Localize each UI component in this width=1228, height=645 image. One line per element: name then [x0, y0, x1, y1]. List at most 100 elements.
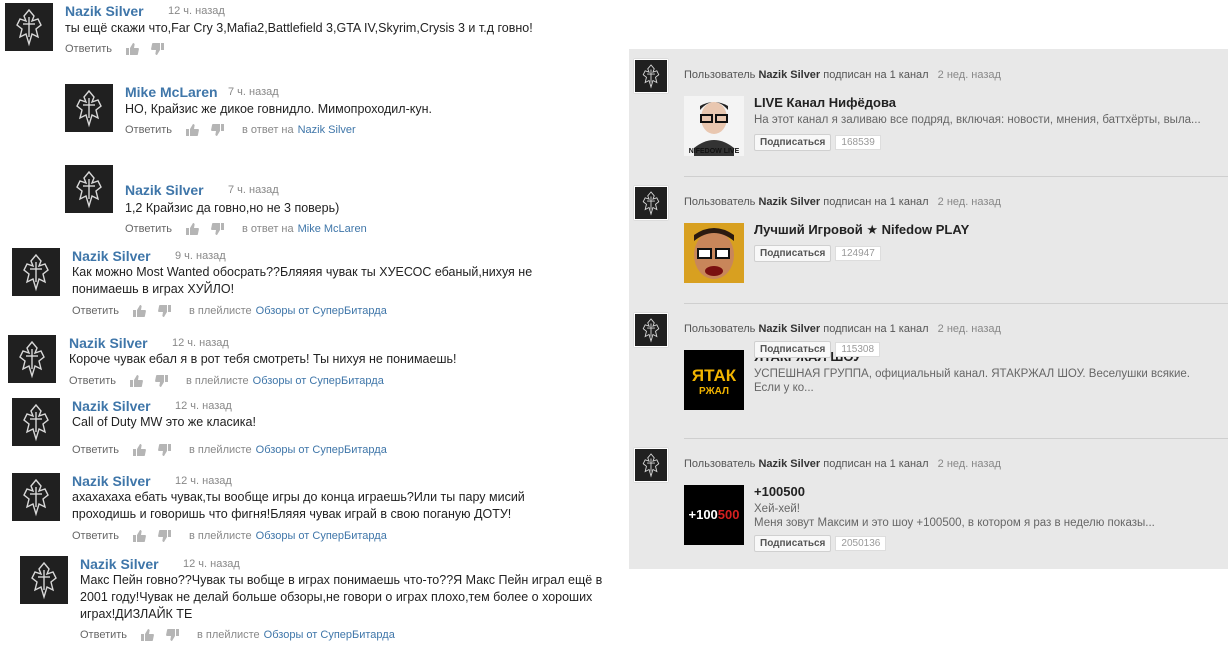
- comment-time[interactable]: 12 ч. назад: [175, 475, 232, 487]
- subscriber-count: 168539: [835, 135, 881, 150]
- subscriber-count: 115308: [835, 342, 881, 357]
- activity-user[interactable]: Nazik Silver: [758, 458, 820, 470]
- avatar[interactable]: [8, 335, 56, 383]
- reply-button[interactable]: Ответить: [72, 305, 119, 317]
- subscribe-row: Подписаться 2050136: [754, 535, 887, 552]
- channel-thumbnail[interactable]: [684, 223, 744, 283]
- comment-text: Короче чувак ебал я в рот тебя смотреть!…: [69, 352, 457, 366]
- comment-context-link[interactable]: Nazik Silver: [298, 124, 356, 136]
- activity-prefix: Пользователь: [684, 196, 756, 208]
- thumbs-down-icon[interactable]: [211, 124, 225, 136]
- thumbs-down-icon[interactable]: [158, 530, 172, 542]
- comment-actions: Ответить в ответ на Nazik Silver: [125, 124, 356, 136]
- thumbs-up-icon[interactable]: [186, 124, 199, 136]
- subscriber-count: 2050136: [835, 536, 887, 551]
- thumbs-down-icon[interactable]: [166, 629, 180, 641]
- activity-action: подписан на 1 канал: [823, 323, 929, 335]
- thumbs-up-icon[interactable]: [126, 43, 139, 55]
- activity-line: Пользователь Nazik Silver подписан на 1 …: [684, 196, 1001, 208]
- avatar[interactable]: [20, 556, 68, 604]
- activity-user[interactable]: Nazik Silver: [758, 196, 820, 208]
- comment-time[interactable]: 9 ч. назад: [175, 250, 226, 262]
- comment-context-link[interactable]: Обзоры от СуперБитарда: [256, 444, 387, 456]
- avatar[interactable]: [634, 313, 668, 347]
- comment-time[interactable]: 12 ч. назад: [183, 558, 240, 570]
- activity-time: 2 нед. назад: [937, 69, 1001, 81]
- comment-author[interactable]: Nazik Silver: [72, 398, 151, 414]
- reply-button[interactable]: Ответить: [125, 124, 172, 136]
- channel-title[interactable]: LIVE Канал Нифёдова: [754, 95, 896, 110]
- comment-actions: Ответить в плейлисте Обзоры от СуперБита…: [72, 305, 387, 317]
- thumbs-down-icon[interactable]: [158, 444, 172, 456]
- subscribe-button[interactable]: Подписаться: [754, 245, 832, 262]
- reply-button[interactable]: Ответить: [72, 444, 119, 456]
- comment-time[interactable]: 12 ч. назад: [168, 5, 225, 17]
- comment-author[interactable]: Mike McLaren: [125, 84, 218, 100]
- avatar[interactable]: [634, 59, 668, 93]
- comment-author[interactable]: Nazik Silver: [125, 182, 204, 198]
- comment-time[interactable]: 12 ч. назад: [172, 337, 229, 349]
- thumbs-up-icon[interactable]: [141, 629, 154, 641]
- thumbs-up-icon[interactable]: [133, 444, 146, 456]
- svg-text:+100500: +100500: [689, 507, 740, 522]
- thumbs-down-icon[interactable]: [155, 375, 169, 387]
- reply-button[interactable]: Ответить: [72, 530, 119, 542]
- comment-context: в плейлисте: [189, 305, 252, 317]
- reply-button[interactable]: Ответить: [69, 375, 116, 387]
- avatar[interactable]: [65, 165, 113, 213]
- comment-actions: Ответить: [65, 43, 186, 55]
- comment-author[interactable]: Nazik Silver: [72, 248, 151, 264]
- channel-thumbnail[interactable]: NIFEDOW LIVE: [684, 96, 744, 156]
- channel-description-line: Хей-хей!: [754, 503, 800, 515]
- channel-description-line: Меня зовут Максим и это шоу +100500, в к…: [754, 517, 1155, 529]
- thumbs-up-icon[interactable]: [133, 305, 146, 317]
- activity-user[interactable]: Nazik Silver: [758, 323, 820, 335]
- comment-context-link[interactable]: Обзоры от СуперБитарда: [264, 629, 395, 641]
- avatar[interactable]: [5, 3, 53, 51]
- thumbs-down-icon[interactable]: [211, 223, 225, 235]
- thumbs-up-icon[interactable]: [130, 375, 143, 387]
- activity-user[interactable]: Nazik Silver: [758, 69, 820, 81]
- comment-context-link[interactable]: Mike McLaren: [298, 223, 367, 235]
- thumbs-up-icon[interactable]: [186, 223, 199, 235]
- channel-thumbnail[interactable]: ЯТАК РЖАЛ: [684, 350, 744, 410]
- subscribe-row: Подписаться 115308: [754, 341, 881, 358]
- subscribe-button[interactable]: Подписаться: [754, 341, 832, 358]
- comment-author[interactable]: Nazik Silver: [80, 556, 159, 572]
- comment-context-link[interactable]: Обзоры от СуперБитарда: [253, 375, 384, 387]
- comment-time[interactable]: 12 ч. назад: [175, 400, 232, 412]
- thumbs-up-icon[interactable]: [133, 530, 146, 542]
- comment-text: НО, Крайзис же дикое говнидло. Мимопрохо…: [125, 102, 432, 116]
- subscriber-count: 124947: [835, 246, 881, 261]
- comment-context: в ответ на: [242, 124, 294, 136]
- channel-title[interactable]: +100500: [754, 484, 805, 499]
- avatar[interactable]: [65, 84, 113, 132]
- subscribe-button[interactable]: Подписаться: [754, 535, 832, 552]
- channel-thumbnail[interactable]: +100500: [684, 485, 744, 545]
- reply-button[interactable]: Ответить: [65, 43, 112, 55]
- avatar[interactable]: [12, 398, 60, 446]
- activity-line: Пользователь Nazik Silver подписан на 1 …: [684, 323, 1001, 335]
- comment-author[interactable]: Nazik Silver: [69, 335, 148, 351]
- subscribe-button[interactable]: Подписаться: [754, 134, 832, 151]
- comment-context-link[interactable]: Обзоры от СуперБитарда: [256, 530, 387, 542]
- avatar[interactable]: [634, 448, 668, 482]
- avatar[interactable]: [634, 186, 668, 220]
- comment-time[interactable]: 7 ч. назад: [228, 184, 279, 196]
- subscribe-row: Подписаться 168539: [754, 134, 881, 151]
- thumbs-down-icon[interactable]: [158, 305, 172, 317]
- comment-actions: Ответить в плейлисте Обзоры от СуперБита…: [72, 530, 387, 542]
- avatar[interactable]: [12, 473, 60, 521]
- comment-author[interactable]: Nazik Silver: [72, 473, 151, 489]
- reply-button[interactable]: Ответить: [125, 223, 172, 235]
- comment-context-link[interactable]: Обзоры от СуперБитарда: [256, 305, 387, 317]
- thumbs-down-icon[interactable]: [151, 43, 165, 55]
- comment-author[interactable]: Nazik Silver: [65, 3, 144, 19]
- activity-time: 2 нед. назад: [937, 323, 1001, 335]
- channel-title[interactable]: Лучший Игровой ★ Nifedow PLAY: [754, 222, 969, 238]
- channel-description-line: УСПЕШНАЯ ГРУППА, официальный канал. ЯТАК…: [754, 368, 1190, 394]
- comment-time[interactable]: 7 ч. назад: [228, 86, 279, 98]
- reply-button[interactable]: Ответить: [80, 629, 127, 641]
- avatar[interactable]: [12, 248, 60, 296]
- activity-action: подписан на 1 канал: [823, 196, 929, 208]
